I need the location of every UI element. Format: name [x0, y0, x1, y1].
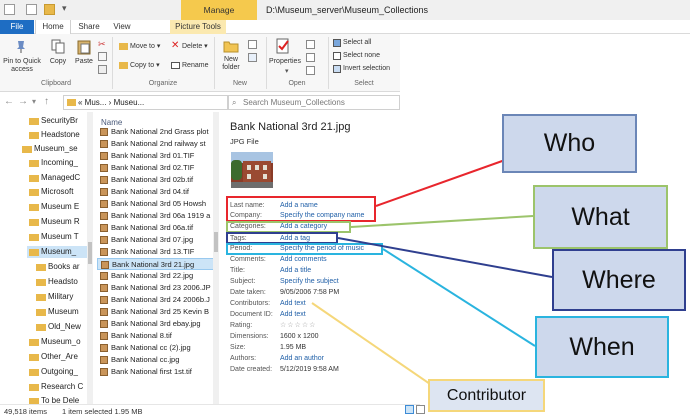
what-connector — [350, 215, 534, 228]
contributor-connector — [311, 302, 431, 385]
when-connector — [382, 248, 536, 347]
callout-who: Who — [502, 114, 637, 173]
callout-contributor: Contributor — [428, 379, 545, 412]
where-connector — [337, 237, 553, 278]
who-connector — [375, 159, 506, 207]
callout-where: Where — [552, 249, 686, 311]
callout-when: When — [535, 316, 669, 378]
callout-what: What — [533, 185, 668, 249]
